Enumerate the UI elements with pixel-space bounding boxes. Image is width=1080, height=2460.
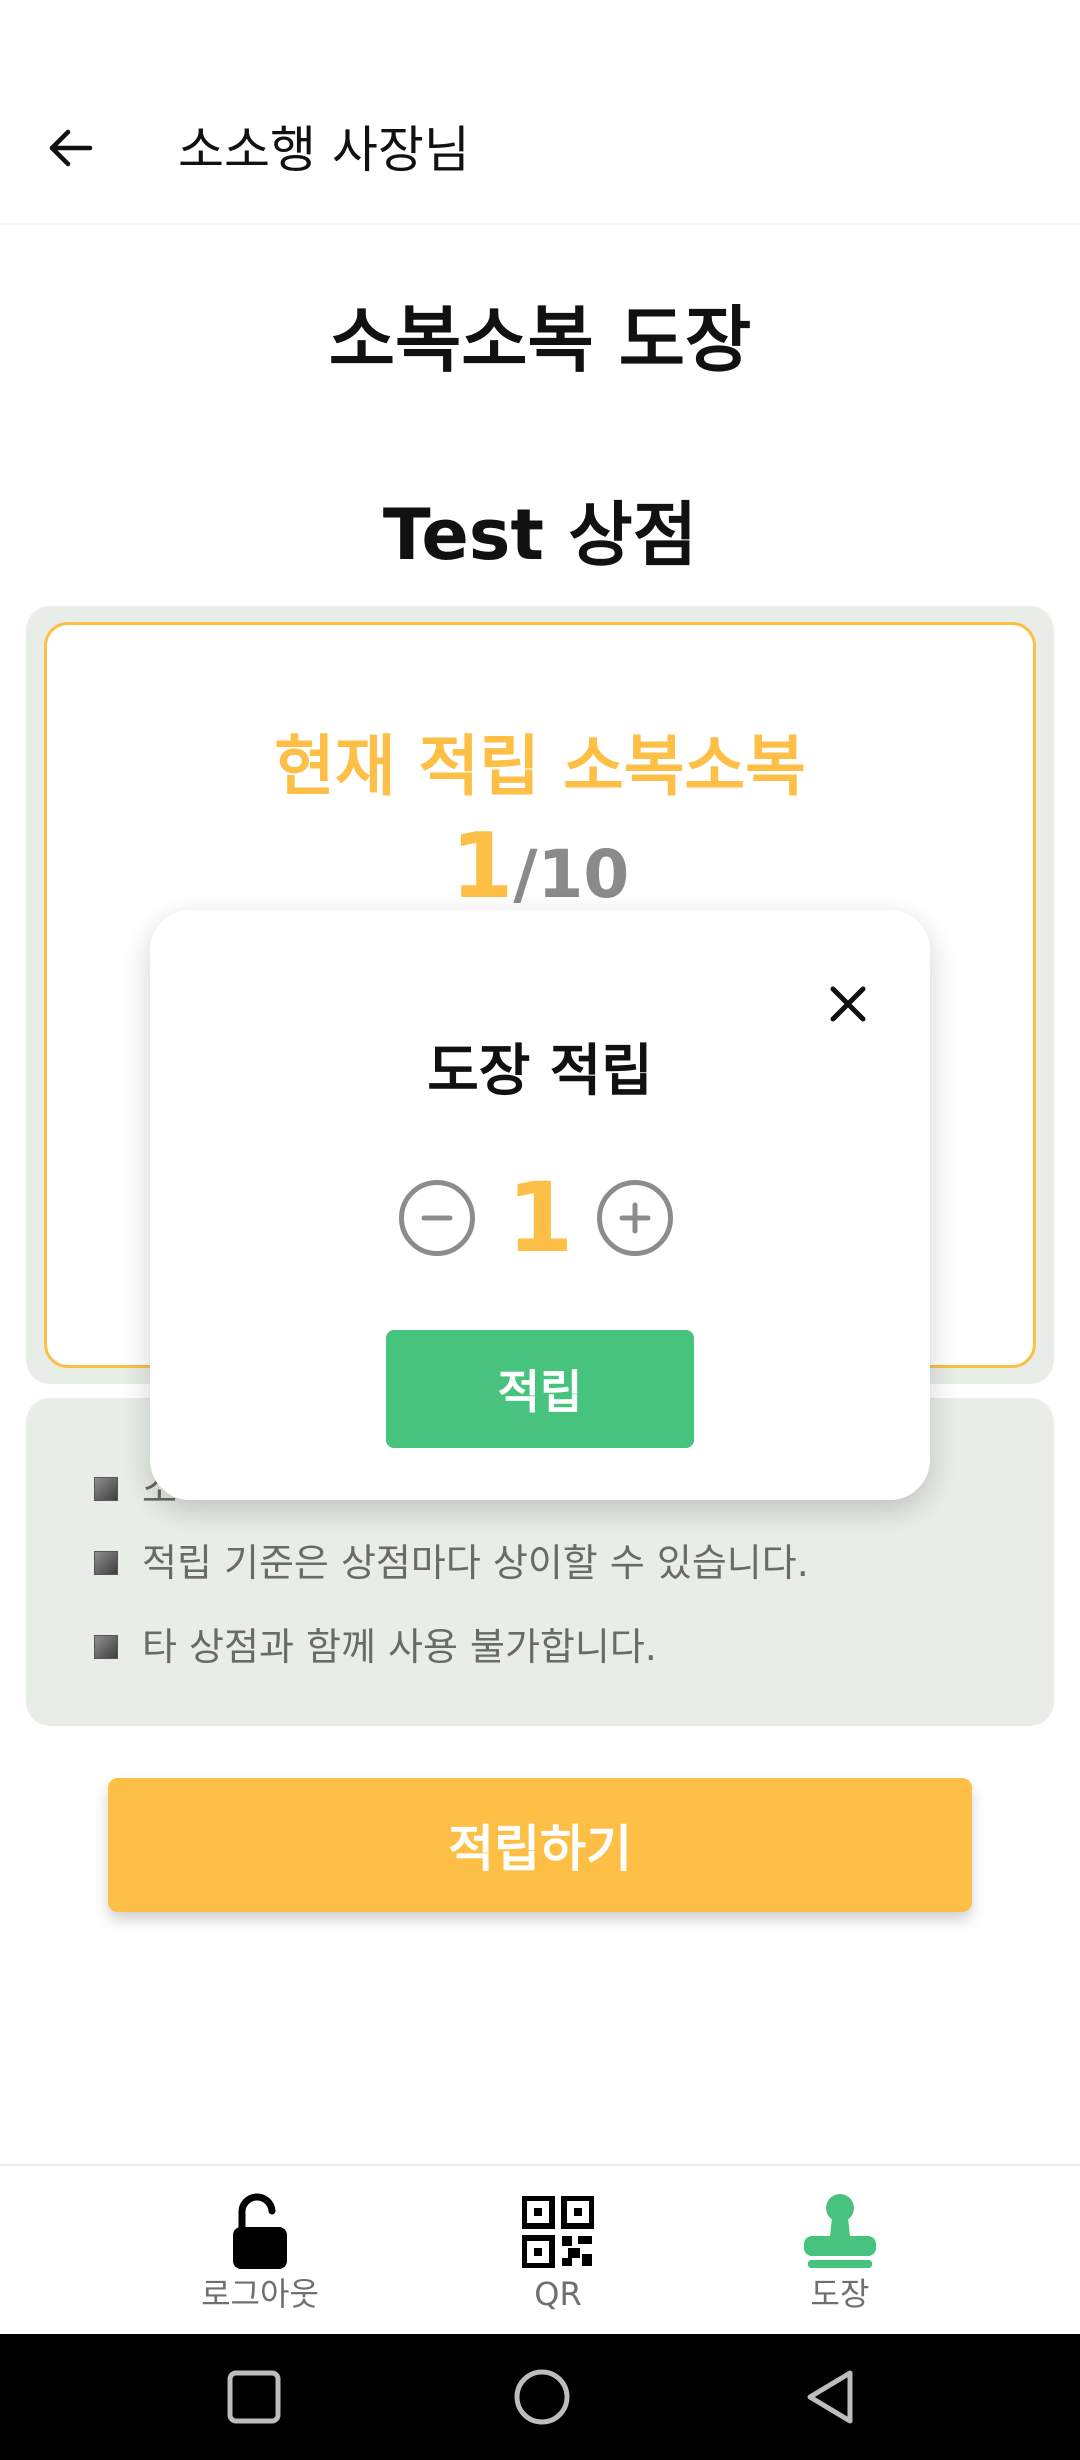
bullet-square-icon [94, 1551, 118, 1575]
quantity-value: 1 [506, 1162, 574, 1274]
current-stamp-label: 현재 적립 소복소복 [274, 728, 806, 805]
bullet-square-icon [94, 1635, 118, 1659]
increment-button[interactable] [597, 1180, 673, 1256]
modal-title: 도장 적립 [427, 1039, 653, 1104]
page-title: 소복소복 도장 [328, 298, 752, 382]
header-title: 소소행 사장님 [178, 121, 470, 179]
info-item: 타 상점과 함께 사용 불가합니다. [94, 1622, 657, 1672]
back-triangle-icon[interactable] [790, 2357, 870, 2437]
stamp-count-current: 1 [450, 814, 514, 919]
stamp-count-separator: / [513, 836, 538, 913]
back-arrow-icon[interactable] [40, 118, 100, 178]
stamp-accrue-modal: 도장 적립 1 적립 [150, 910, 930, 1500]
nav-item-logout[interactable]: 로그아웃 [150, 2166, 370, 2336]
bullet-square-icon [94, 1477, 118, 1501]
nav-label: QR [534, 2275, 582, 2313]
nav-label: 로그아웃 [201, 2275, 319, 2313]
system-nav-bar [0, 2334, 1080, 2460]
stamp-icon [795, 2192, 885, 2272]
app-header: 소소행 사장님 [0, 0, 1080, 225]
recent-apps-icon[interactable] [214, 2357, 294, 2437]
plus-icon [619, 1202, 651, 1234]
nav-item-stamp[interactable]: 도장 [730, 2166, 950, 2336]
nav-item-qr[interactable]: QR [448, 2166, 668, 2336]
store-name: Test 상점 [382, 494, 698, 576]
close-icon[interactable] [814, 970, 882, 1038]
accrue-stamp-button[interactable]: 적립하기 [108, 1778, 972, 1912]
modal-accrue-button[interactable]: 적립 [386, 1330, 694, 1448]
unlock-icon [215, 2192, 305, 2272]
minus-icon [421, 1215, 453, 1221]
info-item-text: 적립 기준은 상점마다 상이할 수 있습니다. [142, 1541, 809, 1585]
info-item-text: 타 상점과 함께 사용 불가합니다. [142, 1625, 657, 1669]
info-item: 적립 기준은 상점마다 상이할 수 있습니다. [94, 1538, 809, 1588]
home-icon[interactable] [502, 2357, 582, 2437]
qr-code-icon [513, 2192, 603, 2272]
decrement-button[interactable] [399, 1180, 475, 1256]
nav-label: 도장 [810, 2275, 870, 2313]
stamp-count-total: 10 [537, 836, 630, 913]
bottom-nav: 로그아웃 QR 도장 [0, 2164, 1080, 2334]
